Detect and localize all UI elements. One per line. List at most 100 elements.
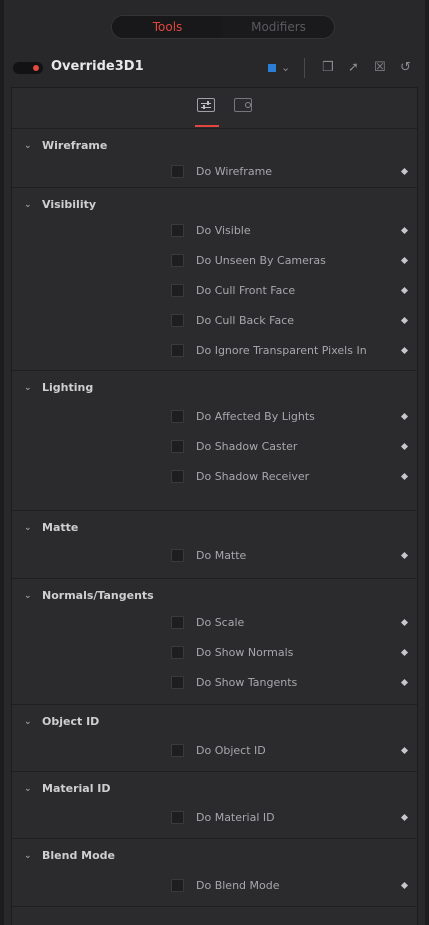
chevron-down-icon: ⌄ [24, 140, 32, 151]
checkbox-label: Do Object ID [196, 744, 266, 757]
checkbox[interactable] [171, 616, 184, 629]
tab-tools[interactable]: Tools [112, 16, 223, 38]
section-header-material-id[interactable]: ⌄ Material ID [24, 782, 111, 795]
chevron-down-icon: ⌄ [24, 522, 32, 533]
section-object-id: ⌄ Object ID Do Object ID [12, 704, 417, 772]
option-row: Do Matte [12, 546, 417, 566]
section-title: Matte [42, 521, 79, 534]
chevron-down-icon: ⌄ [24, 783, 32, 794]
section-header-lighting[interactable]: ⌄ Lighting [24, 381, 93, 394]
checkbox-label: Do Shadow Caster [196, 440, 298, 453]
chevron-down-icon: ⌄ [24, 382, 32, 393]
checkbox-label: Do Matte [196, 549, 247, 562]
section-normals-tangents: ⌄ Normals/Tangents Do Scale Do Show Norm… [12, 578, 417, 705]
keyframe-diamond-icon[interactable] [400, 813, 409, 822]
checkbox[interactable] [171, 879, 184, 892]
keyframe-diamond-icon[interactable] [400, 648, 409, 657]
section-title: Material ID [42, 782, 111, 795]
header-divider [304, 58, 305, 78]
option-row: Do Show Tangents [12, 673, 417, 693]
keyframe-diamond-icon[interactable] [400, 746, 409, 755]
keyframe-diamond-icon[interactable] [400, 551, 409, 560]
keyframe-diamond-icon[interactable] [400, 226, 409, 235]
inspector-panel: ⌄ Wireframe Do Wireframe ⌄ Visibility Do… [11, 87, 418, 925]
section-title: Wireframe [42, 139, 108, 152]
chevron-down-icon: ⌄ [24, 590, 32, 601]
checkbox[interactable] [171, 254, 184, 267]
node-color-chip[interactable] [268, 64, 276, 72]
keyframe-diamond-icon[interactable] [400, 256, 409, 265]
section-visibility: ⌄ Visibility Do Visible Do Unseen By Cam… [12, 187, 417, 371]
checkbox[interactable] [171, 344, 184, 357]
section-header-visibility[interactable]: ⌄ Visibility [24, 198, 96, 211]
checkbox[interactable] [171, 410, 184, 423]
checkbox[interactable] [171, 284, 184, 297]
checkbox[interactable] [171, 549, 184, 562]
option-row: Do Cull Front Face [12, 281, 417, 301]
checkbox[interactable] [171, 224, 184, 237]
lock-icon[interactable]: ☒ [374, 59, 386, 77]
section-title: Normals/Tangents [42, 589, 154, 602]
pin-icon[interactable]: ➚ [348, 59, 359, 77]
settings-tab-icon[interactable] [234, 98, 252, 112]
section-matte: ⌄ Matte Do Matte [12, 510, 417, 579]
option-row: Do Scale [12, 613, 417, 633]
checkbox[interactable] [171, 314, 184, 327]
keyframe-diamond-icon[interactable] [400, 167, 409, 176]
keyframe-diamond-icon[interactable] [400, 412, 409, 421]
keyframe-diamond-icon[interactable] [400, 881, 409, 890]
keyframe-diamond-icon[interactable] [400, 316, 409, 325]
checkbox-label: Do Wireframe [196, 165, 273, 178]
chevron-down-icon: ⌄ [24, 716, 32, 727]
node-header: Override3D1 ⌄ ❒ ➚ ☒ ↺ [4, 56, 425, 80]
enable-dot-icon [33, 65, 39, 71]
checkbox-label: Do Ignore Transparent Pixels In [196, 344, 367, 357]
tools-modifiers-switch: Tools Modifiers [111, 15, 335, 39]
section-partial [12, 906, 417, 925]
section-wireframe: ⌄ Wireframe Do Wireframe [12, 128, 417, 188]
tab-modifiers[interactable]: Modifiers [223, 16, 334, 38]
checkbox[interactable] [171, 811, 184, 824]
section-title: Visibility [42, 198, 97, 211]
checkbox[interactable] [171, 165, 184, 178]
checkbox-label: Do Affected By Lights [196, 410, 315, 423]
section-header-normals-tangents[interactable]: ⌄ Normals/Tangents [24, 589, 154, 602]
controls-tab-icon[interactable] [197, 98, 215, 112]
chevron-down-icon[interactable]: ⌄ [281, 61, 290, 74]
keyframe-diamond-icon[interactable] [400, 678, 409, 687]
keyframe-diamond-icon[interactable] [400, 346, 409, 355]
inspector-frame: Tools Modifiers Override3D1 ⌄ ❒ ➚ ☒ ↺ ⌄ [4, 0, 425, 925]
section-header-blend-mode[interactable]: ⌄ Blend Mode [24, 849, 115, 862]
checkbox-label: Do Visible [196, 224, 251, 237]
checkbox[interactable] [171, 470, 184, 483]
checkbox[interactable] [171, 676, 184, 689]
section-material-id: ⌄ Material ID Do Material ID [12, 771, 417, 839]
checkbox[interactable] [171, 744, 184, 757]
option-row: Do Cull Back Face [12, 311, 417, 331]
checkbox-label: Do Shadow Receiver [196, 470, 310, 483]
checkbox-label: Do Show Tangents [196, 676, 298, 689]
section-title: Object ID [42, 715, 100, 728]
option-row: Do Shadow Receiver [12, 467, 417, 487]
keyframe-diamond-icon[interactable] [400, 472, 409, 481]
section-header-wireframe[interactable]: ⌄ Wireframe [24, 139, 107, 152]
section-header-object-id[interactable]: ⌄ Object ID [24, 715, 99, 728]
reset-icon[interactable]: ↺ [400, 59, 411, 77]
section-title: Blend Mode [42, 849, 115, 862]
keyframe-diamond-icon[interactable] [400, 442, 409, 451]
option-row: Do Affected By Lights [12, 407, 417, 427]
section-title: Lighting [42, 381, 94, 394]
subtab-bar [12, 88, 417, 129]
keyframe-diamond-icon[interactable] [400, 286, 409, 295]
section-header-matte[interactable]: ⌄ Matte [24, 521, 78, 534]
checkbox[interactable] [171, 440, 184, 453]
chevron-down-icon: ⌄ [24, 850, 32, 861]
option-row: Do Show Normals [12, 643, 417, 663]
keyframe-diamond-icon[interactable] [400, 618, 409, 627]
checkbox[interactable] [171, 646, 184, 659]
window-icon[interactable]: ❒ [322, 59, 334, 77]
checkbox-label: Do Blend Mode [196, 879, 280, 892]
option-row: Do Object ID [12, 741, 417, 761]
checkbox-label: Do Cull Front Face [196, 284, 296, 297]
node-enable-toggle[interactable] [13, 62, 43, 74]
